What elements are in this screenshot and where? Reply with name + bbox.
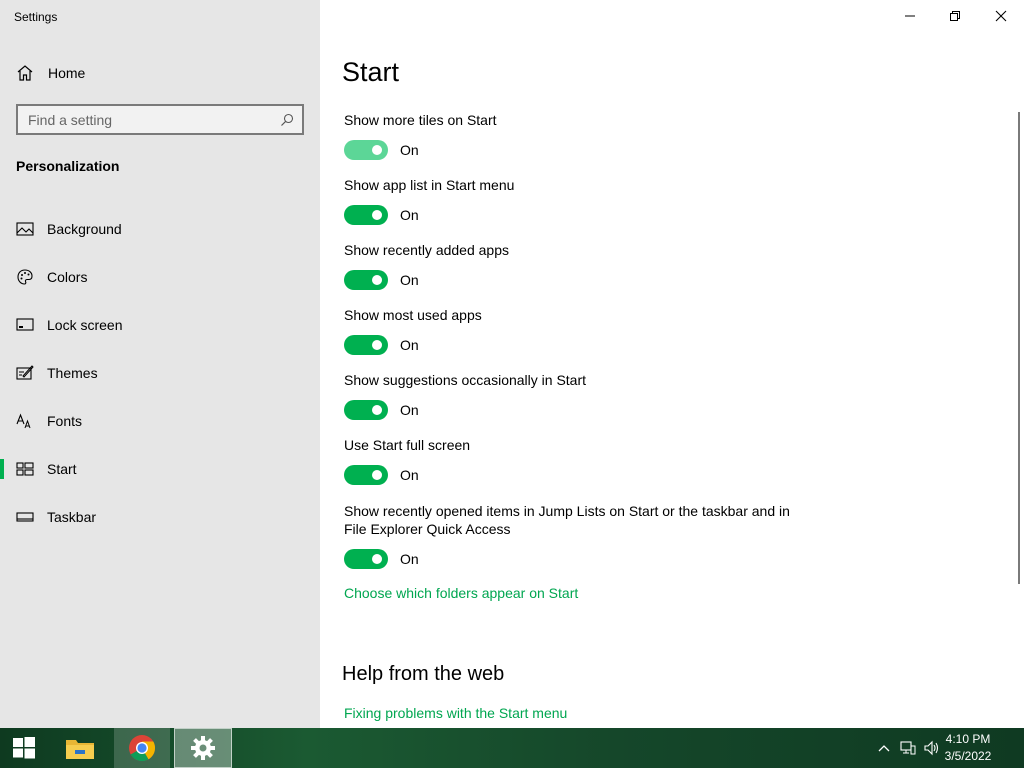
fixing-problems-link[interactable]: Fixing problems with the Start menu [344,705,567,721]
taskbar: 4:10 PM 3/5/2022 [0,728,1024,768]
search-icon[interactable] [280,113,294,127]
window-title: Settings [14,10,58,24]
themes-icon [16,364,34,382]
setting-suggestions: Show suggestions occasionally in Start O… [344,371,804,420]
sidebar-item-lock-screen[interactable]: Lock screen [0,301,320,349]
section-title: Personalization [16,158,120,174]
setting-jump-lists: Show recently opened items in Jump Lists… [344,502,794,569]
windows-logo-icon [13,737,35,759]
sidebar-item-label: Themes [47,365,98,381]
help-heading: Help from the web [342,663,505,685]
toggle-state: On [400,272,419,288]
network-icon [900,741,916,755]
sidebar-item-background[interactable]: Background [0,205,320,253]
sidebar-item-label: Lock screen [47,317,123,333]
sidebar-item-colors[interactable]: Colors [0,253,320,301]
show-app-list-toggle[interactable] [344,205,388,225]
toggle-state: On [400,142,419,158]
home-label: Home [48,65,86,81]
show-hidden-icons-button[interactable] [876,740,892,756]
scrollbar[interactable] [1018,112,1020,584]
sidebar-item-label: Start [47,461,77,477]
jump-lists-toggle[interactable] [344,549,388,569]
most-used-toggle[interactable] [344,335,388,355]
personalization-nav: Background Colors Lock screen Themes Fon… [0,205,320,541]
setting-label: Show suggestions occasionally in Start [344,372,587,388]
setting-label: Use Start full screen [344,437,471,453]
sidebar-item-fonts[interactable]: Fonts [0,397,320,445]
setting-label: Show more tiles on Start [344,112,497,128]
setting-label: Show most used apps [344,307,482,323]
toggle-state: On [400,402,419,418]
taskbar-icon [16,508,34,526]
setting-show-app-list: Show app list in Start menu On [344,176,804,225]
sidebar-item-start[interactable]: Start [0,445,320,493]
toggle-state: On [400,337,419,353]
setting-full-screen: Use Start full screen On [344,436,804,485]
setting-most-used: Show most used apps On [344,306,804,355]
show-more-tiles-toggle[interactable] [344,140,388,160]
setting-label: Show recently added apps [344,242,509,258]
folder-icon [66,740,94,759]
toggle-state: On [400,207,419,223]
recently-added-toggle[interactable] [344,270,388,290]
network-button[interactable] [900,740,916,756]
search-box[interactable] [16,104,304,135]
setting-show-more-tiles: Show more tiles on Start On [344,111,804,160]
taskbar-clock[interactable]: 4:10 PM 3/5/2022 [938,731,998,765]
fonts-icon [16,412,34,430]
setting-recently-added: Show recently added apps On [344,241,804,290]
sidebar-item-themes[interactable]: Themes [0,349,320,397]
clock-time: 4:10 PM [945,732,991,746]
sidebar-item-label: Colors [47,269,88,285]
search-input[interactable] [28,111,280,128]
toggle-state: On [400,467,419,483]
chrome-icon [129,735,156,762]
setting-label: Show recently opened items in Jump Lists… [344,503,790,537]
main-content: Start Show more tiles on Start On Show a… [320,0,1024,728]
full-screen-toggle[interactable] [344,465,388,485]
home-nav-item[interactable]: Home [16,62,85,84]
gear-icon [191,736,215,760]
sidebar-item-label: Background [47,221,122,237]
sidebar-item-label: Fonts [47,413,83,429]
chrome-button[interactable] [114,728,170,768]
settings-taskbar-button[interactable] [174,728,232,768]
sidebar-item-label: Taskbar [47,509,97,525]
picture-icon [16,220,34,238]
file-explorer-button[interactable] [54,728,106,768]
suggestions-toggle[interactable] [344,400,388,420]
clock-date: 3/5/2022 [944,749,992,763]
lock-screen-icon [16,316,34,334]
page-title: Start [342,57,400,87]
chevron-up-icon [878,745,890,752]
start-button[interactable] [0,728,48,768]
palette-icon [16,268,34,286]
start-icon [16,460,34,478]
choose-folders-link[interactable]: Choose which folders appear on Start [344,585,578,601]
setting-label: Show app list in Start menu [344,177,515,193]
toggle-state: On [400,551,419,567]
sidebar: Settings Home Personalization Background… [0,0,320,728]
sidebar-item-taskbar[interactable]: Taskbar [0,493,320,541]
home-icon [16,64,34,82]
